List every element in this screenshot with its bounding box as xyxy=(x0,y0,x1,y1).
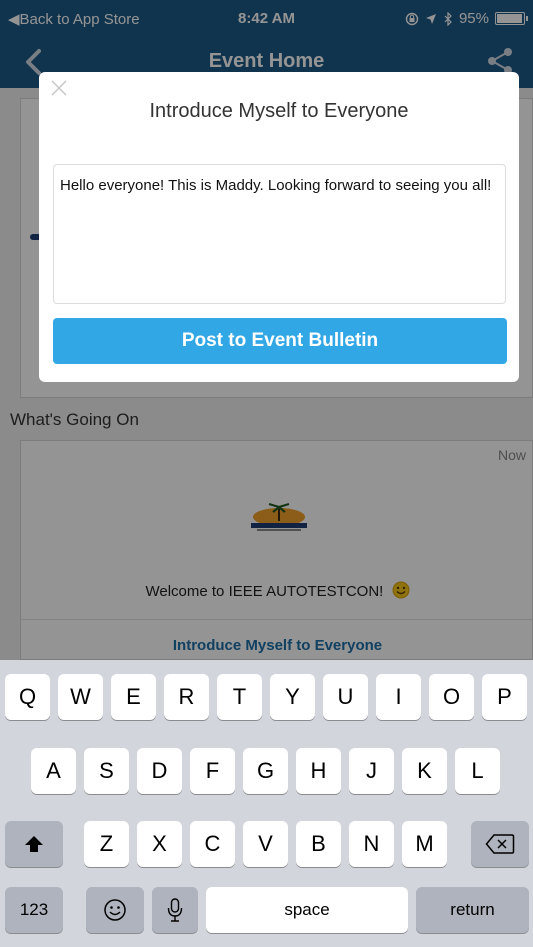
key-e[interactable]: E xyxy=(111,674,156,720)
backspace-key[interactable] xyxy=(471,821,529,867)
key-q[interactable]: Q xyxy=(5,674,50,720)
key-n[interactable]: N xyxy=(349,821,394,867)
key-r[interactable]: R xyxy=(164,674,209,720)
key-a[interactable]: A xyxy=(31,748,76,794)
key-s[interactable]: S xyxy=(84,748,129,794)
key-b[interactable]: B xyxy=(296,821,341,867)
key-x[interactable]: X xyxy=(137,821,182,867)
key-z[interactable]: Z xyxy=(84,821,129,867)
space-key[interactable]: space xyxy=(206,887,408,933)
key-o[interactable]: O xyxy=(429,674,474,720)
key-d[interactable]: D xyxy=(137,748,182,794)
key-y[interactable]: Y xyxy=(270,674,315,720)
key-l[interactable]: L xyxy=(455,748,500,794)
key-u[interactable]: U xyxy=(323,674,368,720)
shift-icon xyxy=(25,836,43,852)
backspace-icon xyxy=(485,834,515,854)
introduce-dialog: Introduce Myself to Everyone Hello every… xyxy=(39,72,519,382)
key-w[interactable]: W xyxy=(58,674,103,720)
post-to-bulletin-button[interactable]: Post to Event Bulletin xyxy=(53,318,507,364)
key-c[interactable]: C xyxy=(190,821,235,867)
numbers-key[interactable]: 123 xyxy=(5,887,63,933)
emoji-key[interactable] xyxy=(86,887,144,933)
key-j[interactable]: J xyxy=(349,748,394,794)
key-k[interactable]: K xyxy=(402,748,447,794)
key-v[interactable]: V xyxy=(243,821,288,867)
message-textarea[interactable]: Hello everyone! This is Maddy. Looking f… xyxy=(53,164,506,304)
return-key[interactable]: return xyxy=(416,887,529,933)
microphone-icon xyxy=(167,898,183,922)
close-icon[interactable] xyxy=(49,78,69,98)
key-h[interactable]: H xyxy=(296,748,341,794)
microphone-key[interactable] xyxy=(152,887,198,933)
key-i[interactable]: I xyxy=(376,674,421,720)
keyboard: QWERTYUIOP ASDFGHJKL ZXCVBNM 123 space r… xyxy=(0,660,533,947)
key-g[interactable]: G xyxy=(243,748,288,794)
key-t[interactable]: T xyxy=(217,674,262,720)
emoji-icon xyxy=(104,899,126,921)
dialog-title: Introduce Myself to Everyone xyxy=(149,100,409,122)
shift-key[interactable] xyxy=(5,821,63,867)
key-m[interactable]: M xyxy=(402,821,447,867)
key-f[interactable]: F xyxy=(190,748,235,794)
key-p[interactable]: P xyxy=(482,674,527,720)
